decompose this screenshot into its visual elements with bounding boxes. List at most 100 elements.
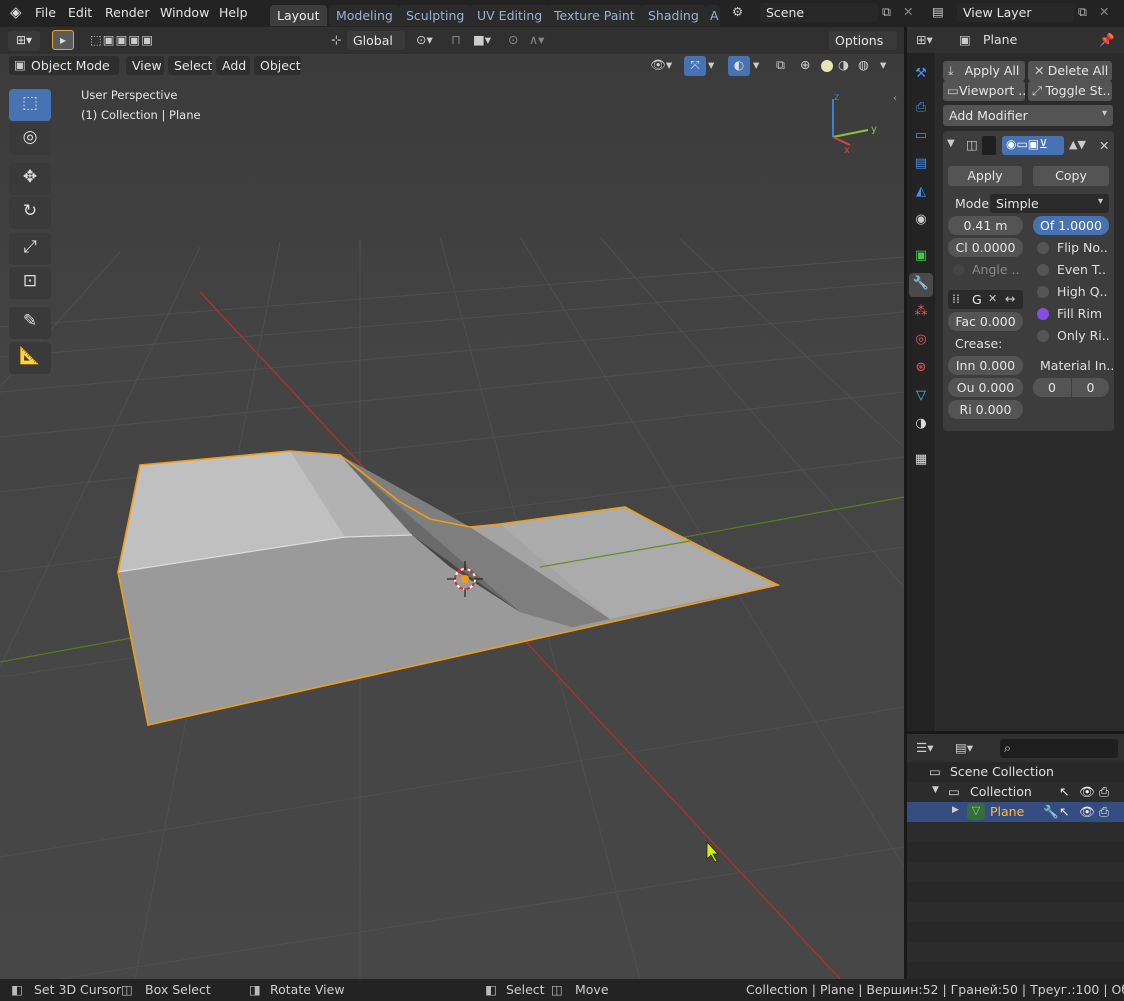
collection-expand-icon[interactable]: ▼	[932, 785, 939, 795]
select-tool-icon[interactable]: ▸	[52, 30, 74, 50]
object-props-icon[interactable]: ▣	[909, 245, 933, 269]
apply-button[interactable]: Apply	[948, 166, 1022, 186]
shading-dropdown-icon[interactable]: ▾	[880, 57, 886, 72]
copy-scene-icon[interactable]: ⧉	[882, 4, 891, 20]
measure-tool-icon[interactable]: 📐	[9, 342, 51, 374]
outliner-row-scene-collection[interactable]: ▭ Scene Collection	[907, 762, 1124, 782]
material-offset-rim-field[interactable]: 0	[1072, 378, 1109, 397]
visibility-icon[interactable]: 👁▾	[650, 57, 672, 73]
tool-props-icon[interactable]: ⚒	[909, 63, 933, 87]
pivot-icon[interactable]: ⊙▾	[416, 32, 433, 47]
only-rim-checkbox[interactable]	[1037, 330, 1049, 342]
world-props-icon[interactable]: ◉	[909, 209, 933, 233]
modifier-props-icon[interactable]: 🔧	[909, 273, 933, 297]
menu-view[interactable]: View	[126, 56, 164, 75]
select-box-tool[interactable]: ⬚	[9, 89, 51, 121]
tab-texture-paint[interactable]: Texture Paint	[547, 5, 642, 26]
overlay-dropdown-icon[interactable]: ▾	[753, 57, 759, 72]
modifier-name-field[interactable]	[982, 136, 996, 155]
collapse-panel-icon[interactable]: ▼	[947, 138, 955, 149]
tab-uv-editing[interactable]: UV Editing	[470, 5, 550, 26]
high-quality-checkbox[interactable]	[1037, 286, 1049, 298]
mode-select[interactable]: Simple	[990, 194, 1109, 213]
remove-modifier-icon[interactable]: ✕	[1099, 138, 1109, 153]
menu-add[interactable]: Add	[216, 56, 250, 75]
copy-button[interactable]: Copy	[1033, 166, 1109, 186]
texture-props-icon[interactable]: ▦	[909, 449, 933, 473]
view-layer-icon[interactable]: ▤	[932, 4, 944, 19]
menu-file[interactable]: File	[35, 5, 56, 20]
cursor-tool-icon[interactable]: ◎	[9, 123, 51, 155]
crease-inner-field[interactable]: Inn 0.000	[948, 356, 1023, 375]
data-props-icon[interactable]: ▽	[909, 385, 933, 409]
crease-rim-field[interactable]: Ri 0.000	[948, 400, 1023, 419]
outliner-editor-icon[interactable]: ☰▾	[916, 740, 933, 755]
flip-normals-checkbox[interactable]	[1037, 242, 1049, 254]
modifier-display-toggles[interactable]: ◉▭▣⊻	[1002, 136, 1064, 155]
constraint-props-icon[interactable]: ⊛	[909, 357, 933, 381]
annotate-tool-icon[interactable]: ✎	[9, 307, 51, 339]
offset-field[interactable]: Of 1.0000	[1033, 216, 1109, 235]
plane-select-icon[interactable]: ↖	[1059, 804, 1069, 819]
selection-mode-icons[interactable]: ⬚▣▣▣▣	[90, 32, 154, 47]
clamp-field[interactable]: Cl 0.0000	[948, 238, 1023, 257]
collection-select-icon[interactable]: ↖	[1059, 784, 1069, 799]
collection-visibility-icon[interactable]: 👁	[1079, 784, 1095, 800]
overlay-toggle-icon[interactable]: ◐	[728, 56, 750, 76]
gizmo-dropdown-icon[interactable]: ▾	[708, 57, 714, 72]
material-offset-field[interactable]: 0	[1033, 378, 1071, 397]
sidebar-toggle-icon[interactable]: ‹	[893, 93, 897, 104]
close-scene-icon[interactable]: ✕	[903, 4, 913, 19]
tab-modeling[interactable]: Modeling	[329, 5, 400, 26]
scene-icon[interactable]: ⚙	[732, 4, 743, 19]
tab-layout[interactable]: Layout	[270, 5, 327, 26]
view-layer-props-icon[interactable]: ▤	[909, 153, 933, 177]
menu-edit[interactable]: Edit	[68, 5, 92, 20]
tab-more[interactable]: A	[706, 5, 720, 26]
properties-editor-icon[interactable]: ⊞▾	[916, 32, 933, 47]
display-mode-icon[interactable]: ▤▾	[955, 740, 973, 755]
collection-render-icon[interactable]: ⎙	[1099, 784, 1109, 800]
blender-logo-icon[interactable]: ◈	[10, 3, 22, 21]
material-shading-icon[interactable]: ◑	[838, 57, 849, 72]
physics-props-icon[interactable]: ◎	[909, 329, 933, 353]
menu-window[interactable]: Window	[160, 5, 209, 20]
tab-sculpting[interactable]: Sculpting	[399, 5, 472, 26]
viewport-3d[interactable]: z y x User Perspective (1) Collection | …	[0, 27, 904, 979]
add-modifier-dropdown[interactable]: Add Modifier	[943, 105, 1113, 126]
menu-render[interactable]: Render	[105, 5, 150, 20]
view-layer-field[interactable]: View Layer	[957, 3, 1074, 22]
invert-vertex-group-icon[interactable]: ↔	[1005, 291, 1015, 306]
apply-all-button[interactable]: Apply All	[943, 61, 1025, 81]
snap-target-icon[interactable]: ■▾	[473, 32, 491, 47]
move-modifier-icon[interactable]: ▲▼	[1069, 138, 1086, 151]
rendered-shading-icon[interactable]: ◍	[858, 57, 869, 72]
scene-name-field[interactable]: Scene	[760, 3, 878, 22]
tab-shading[interactable]: Shading	[641, 5, 706, 26]
copy-view-layer-icon[interactable]: ⧉	[1078, 4, 1087, 20]
material-props-icon[interactable]: ◑	[909, 413, 933, 437]
wireframe-shading-icon[interactable]: ⊕	[800, 57, 810, 72]
proportional-icon[interactable]: ⊙	[508, 32, 518, 47]
angle-clamp-checkbox[interactable]	[953, 264, 965, 276]
gizmo-toggle-icon[interactable]: ⤧	[684, 56, 706, 76]
xray-icon[interactable]: ⧉	[776, 57, 785, 73]
scene-props-icon[interactable]: ◭	[909, 181, 933, 205]
transform-tool-icon[interactable]: ⊡	[9, 267, 51, 299]
menu-help[interactable]: Help	[219, 5, 248, 20]
orientation-select[interactable]: Global	[347, 31, 405, 50]
solid-shading-icon[interactable]	[821, 60, 833, 72]
crease-outer-field[interactable]: Ou 0.000	[948, 378, 1023, 397]
pin-icon[interactable]: 📌	[1099, 32, 1115, 48]
fill-rim-checkbox[interactable]	[1037, 308, 1049, 320]
factor-field[interactable]: Fac 0.000	[948, 312, 1023, 331]
move-tool-icon[interactable]: ✥	[9, 163, 51, 195]
plane-modifier-icon[interactable]: 🔧	[1043, 804, 1059, 820]
clear-vertex-group-icon[interactable]: ✕	[988, 292, 997, 305]
outliner-search-input[interactable]	[1000, 739, 1118, 758]
plane-expand-icon[interactable]: ▶	[952, 805, 959, 815]
outliner-row-plane[interactable]: ▶ ▽ Plane 🔧 ↖ 👁 ⎙	[907, 802, 1124, 822]
menu-select[interactable]: Select	[168, 56, 212, 75]
render-props-icon[interactable]: ⎙	[909, 97, 933, 121]
options-dropdown[interactable]: Options	[829, 31, 897, 50]
